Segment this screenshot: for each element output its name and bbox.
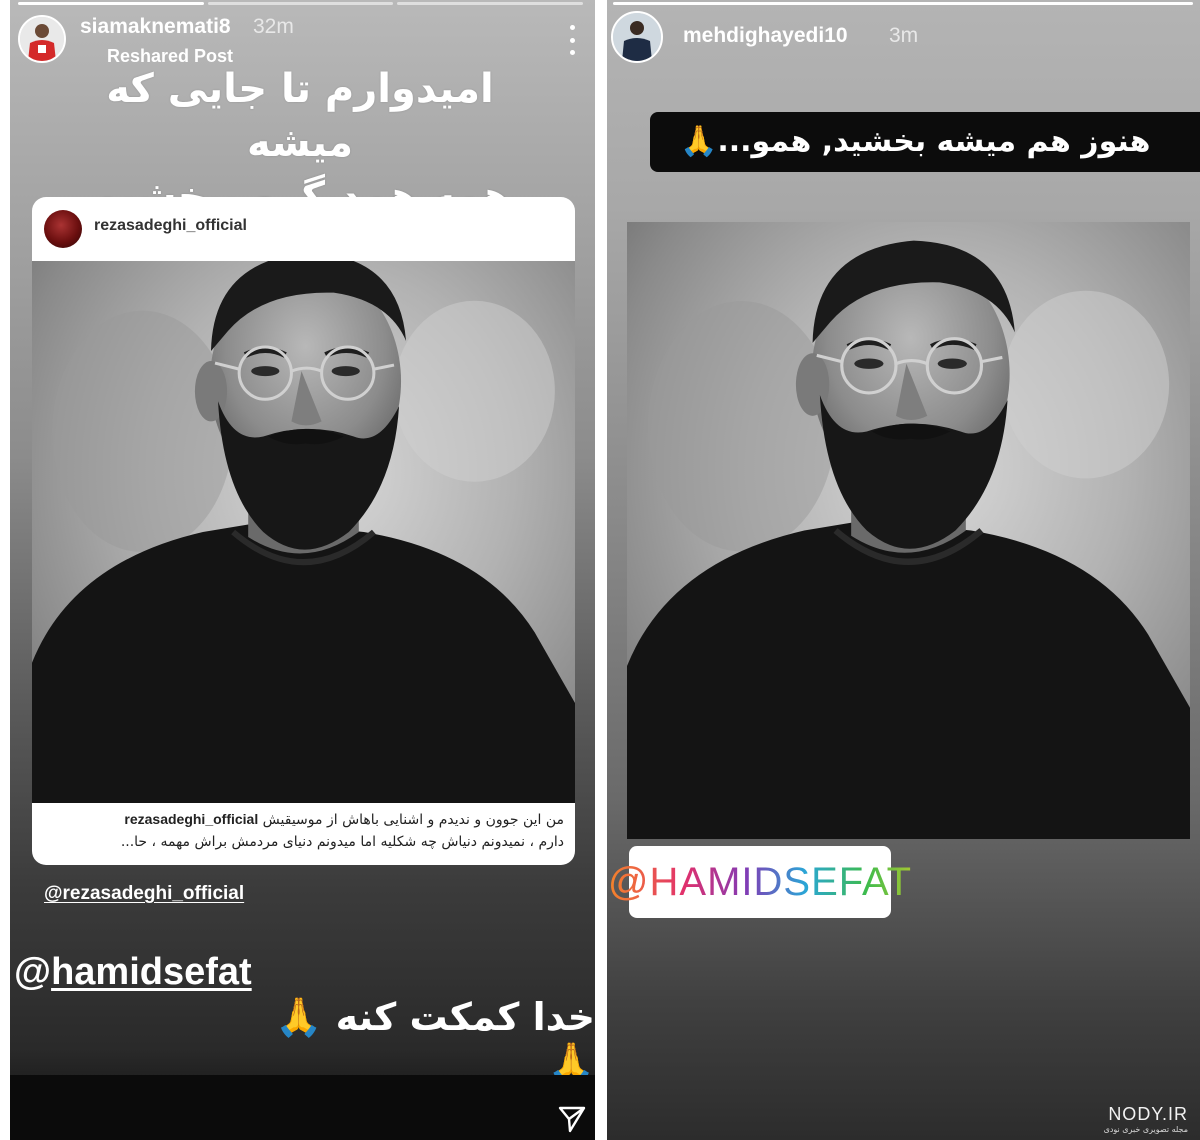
progress-segment [397, 2, 584, 5]
mention-big[interactable]: @hamidsefat [14, 951, 252, 994]
watermark: NODY.IR مجله تصویری خبری نودی [1104, 1104, 1188, 1134]
prayer-text: خدا کمکت کنه 🙏🙏 [232, 995, 595, 1085]
story-progress [613, 2, 1193, 5]
right-story[interactable]: mehdighayedi10 3m هنوز هم میشه بخشید, هم… [607, 0, 1200, 1140]
left-story[interactable]: siamaknemati8 32m Reshared Post امیدوارم… [10, 0, 595, 1140]
mention-link[interactable]: @rezasadeghi_official [44, 883, 244, 905]
divider [595, 0, 607, 1140]
reshared-post-card[interactable]: rezasadeghi_official من این جوون و ندیدم… [32, 197, 575, 865]
progress-segment [613, 2, 1193, 5]
post-caption-text: دارم ، نمیدونم دنیاش چه شکلیه اما میدونم… [120, 833, 564, 850]
post-caption: من این جوون و ندیدم و اشنایی باهاش از مو… [44, 809, 564, 853]
mention-sticker-text: @HAMIDSEFAT [607, 859, 913, 904]
watermark-sub: مجله تصویری خبری نودی [1103, 1125, 1188, 1134]
more-vertical-icon[interactable] [565, 25, 579, 55]
post-avatar[interactable] [44, 210, 82, 248]
caption-line: امیدوارم تا جایی که میشه [106, 66, 494, 166]
story-username[interactable]: siamaknemati8 [80, 15, 231, 39]
avatar[interactable] [611, 11, 663, 63]
progress-segment [18, 2, 204, 5]
post-photo [32, 261, 575, 803]
story-bottom-bar [10, 1075, 595, 1140]
prayer-words: خدا کمکت کنه [335, 995, 595, 1039]
avatar[interactable] [18, 15, 66, 63]
progress-segment [207, 2, 394, 5]
portrait-image [32, 261, 575, 803]
story-photo [627, 222, 1190, 839]
story-time: 32m [253, 15, 294, 38]
portrait-image [627, 222, 1190, 839]
story-progress [18, 2, 584, 5]
post-caption-text: من این جوون و ندیدم و اشنایی باهاش از مو… [262, 812, 564, 828]
story-time: 3m [889, 24, 919, 47]
mention-sticker[interactable]: @HAMIDSEFAT [608, 846, 911, 918]
mention-at: @ [14, 951, 52, 993]
mention-name[interactable]: hamidsefat [51, 951, 252, 993]
send-icon[interactable] [557, 1104, 587, 1134]
avatar-image [613, 13, 661, 61]
post-caption-user[interactable]: rezasadeghi_official [124, 811, 258, 827]
story-username[interactable]: mehdighayedi10 [683, 24, 848, 48]
avatar-image [20, 17, 64, 61]
post-header[interactable]: rezasadeghi_official [32, 197, 575, 261]
watermark-main: NODY.IR [1108, 1104, 1188, 1124]
post-username[interactable]: rezasadeghi_official [94, 217, 247, 235]
text-banner: هنوز هم میشه بخشید, همو...🙏 [650, 112, 1200, 172]
